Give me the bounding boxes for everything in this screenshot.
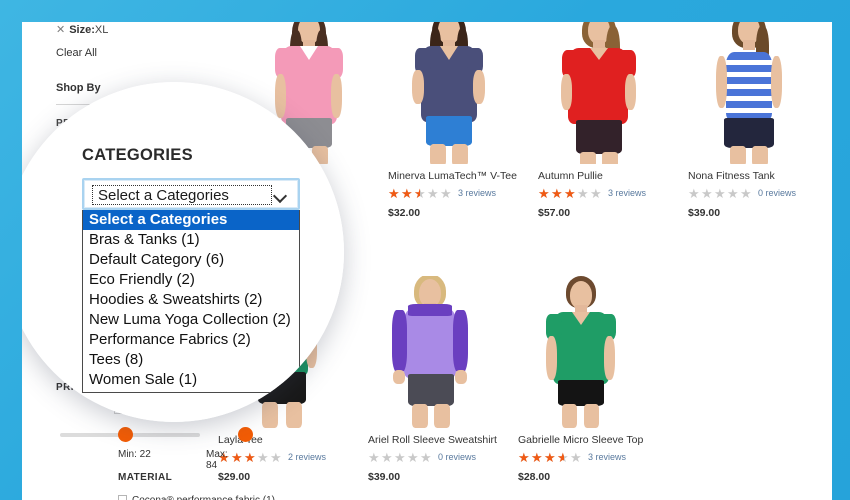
select-box[interactable]: Select a Categories xyxy=(82,178,300,210)
product-card[interactable]: Gabrielle Micro Sleeve Top ★ ★ ★ ★ ★ ★ ★ ★ ★ 3 re… xyxy=(518,276,658,483)
select-value: Select a Categories xyxy=(98,187,229,204)
star-icon: ★ xyxy=(440,186,452,201)
select-option[interactable]: Eco Friendly (2) xyxy=(83,270,299,290)
star-icon: ★ ★ xyxy=(538,186,550,201)
star-icon: ★ xyxy=(270,450,282,465)
categories-select[interactable]: Select a Categories xyxy=(82,178,300,210)
price-slider-max-handle[interactable] xyxy=(238,427,253,442)
rating-stars[interactable]: ★ ★ ★ ★ ★ ★ ★★ 3 reviews xyxy=(388,186,528,201)
star-icon: ★ xyxy=(740,186,752,201)
review-count[interactable]: 3 reviews xyxy=(458,188,496,198)
model-figure xyxy=(518,276,638,428)
page-canvas: $ xyxy=(22,22,832,500)
star-icon: ★ ★ xyxy=(557,450,569,465)
star-icon: ★ ★ xyxy=(531,450,543,465)
star-icon: ★ ★ xyxy=(414,186,426,201)
select-option[interactable]: Bras & Tanks (1) xyxy=(83,230,299,250)
star-icon: ★ xyxy=(368,450,380,465)
product-price: $28.00 xyxy=(518,471,551,483)
model-figure xyxy=(368,276,488,428)
price-min-label: Min: 22 xyxy=(118,449,151,460)
review-count[interactable]: 2 reviews xyxy=(288,452,326,462)
star-icon: ★ xyxy=(420,450,432,465)
star-icon: ★ xyxy=(394,450,406,465)
magnifier-content: CATEGORIES Select a Categories Select a … xyxy=(22,82,344,422)
clear-all-link[interactable]: Clear All xyxy=(56,47,97,59)
star-icon: ★ xyxy=(590,186,602,201)
star-icon: ★ xyxy=(407,450,419,465)
product-image[interactable] xyxy=(388,22,508,164)
product-title[interactable]: Autumn Pullie xyxy=(538,170,678,183)
price-max-label: Max: 84 xyxy=(206,449,228,471)
star-icon: ★ xyxy=(577,186,589,201)
product-image[interactable] xyxy=(368,276,488,428)
filter-label: Size: xyxy=(69,24,95,36)
select-option[interactable]: Hoodies & Sweatshirts (2) xyxy=(83,290,299,310)
select-option[interactable]: Default Category (6) xyxy=(83,250,299,270)
product-image[interactable] xyxy=(688,22,808,164)
product-card[interactable]: Minerva LumaTech™ V-Tee ★ ★ ★ ★ ★ ★ ★★ 3 review… xyxy=(388,22,528,219)
rating-stars[interactable]: ★★★★★ 0 reviews xyxy=(688,186,828,201)
chevron-down-icon[interactable] xyxy=(275,191,286,202)
rating-stars[interactable]: ★ ★ ★ ★ ★ ★ ★★ 2 reviews xyxy=(218,450,358,465)
material-filter-heading: MATERIAL xyxy=(118,472,173,483)
star-icon: ★ ★ xyxy=(244,450,256,465)
model-figure xyxy=(388,22,508,164)
select-option[interactable]: Tees (8) xyxy=(83,350,299,370)
product-image[interactable] xyxy=(538,22,658,164)
product-price: $32.00 xyxy=(388,207,421,219)
price-slider-min-handle[interactable] xyxy=(118,427,133,442)
product-price: $57.00 xyxy=(538,207,571,219)
star-icon: ★ xyxy=(727,186,739,201)
model-figure xyxy=(688,22,808,164)
star-icon: ★ xyxy=(714,186,726,201)
model-figure xyxy=(538,22,658,164)
product-title[interactable]: Nona Fitness Tank xyxy=(688,170,828,183)
product-card[interactable]: Ariel Roll Sleeve Sweatshirt ★★★★★ 0 revi… xyxy=(368,276,508,483)
material-option-label: Cocona® performance fabric (1) xyxy=(132,495,275,500)
star-icon: ★ ★ xyxy=(518,450,530,465)
rating-stars[interactable]: ★ ★ ★ ★ ★ ★ ★★ 3 reviews xyxy=(538,186,678,201)
product-title[interactable]: Ariel Roll Sleeve Sweatshirt xyxy=(368,434,508,447)
filter-value: XL xyxy=(94,24,109,36)
star-icon: ★ xyxy=(427,186,439,201)
select-option[interactable]: Women Sale (1) xyxy=(83,370,299,390)
star-icon: ★ ★ xyxy=(544,450,556,465)
product-price: $29.00 xyxy=(218,471,251,483)
select-options-list[interactable]: Select a Categories Bras & Tanks (1) Def… xyxy=(82,210,300,393)
star-icon: ★ xyxy=(688,186,700,201)
magnified-price-heading: PRICE xyxy=(66,404,99,415)
review-count[interactable]: 3 reviews xyxy=(608,188,646,198)
review-count[interactable]: 0 reviews xyxy=(758,188,796,198)
rating-stars[interactable]: ★ ★ ★ ★ ★ ★ ★ ★ ★ 3 reviews xyxy=(518,450,658,465)
checkbox-icon[interactable] xyxy=(118,495,127,500)
star-icon: ★ ★ xyxy=(401,186,413,201)
star-icon: ★ ★ xyxy=(551,186,563,201)
product-title[interactable]: Minerva LumaTech™ V-Tee xyxy=(388,170,528,183)
select-option[interactable]: Select a Categories xyxy=(83,210,299,230)
star-icon: ★ ★ xyxy=(388,186,400,201)
star-icon: ★ xyxy=(381,450,393,465)
product-card[interactable]: Nona Fitness Tank ★★★★★ 0 reviews $39.00 xyxy=(688,22,828,219)
star-icon: ★ xyxy=(701,186,713,201)
star-icon: ★ ★ xyxy=(564,186,576,201)
select-option[interactable]: Performance Fabrics (2) xyxy=(83,330,299,350)
product-card[interactable]: Autumn Pullie ★ ★ ★ ★ ★ ★ ★★ 3 reviews $57.00 xyxy=(538,22,678,219)
active-filter-chip[interactable]: ✕ Size:XL xyxy=(56,23,108,36)
product-title[interactable]: Gabrielle Micro Sleeve Top xyxy=(518,434,658,447)
rating-stars[interactable]: ★★★★★ 0 reviews xyxy=(368,450,508,465)
select-option[interactable]: New Luma Yoga Collection (2) xyxy=(83,310,299,330)
product-price: $39.00 xyxy=(368,471,401,483)
browser-frame: $ xyxy=(0,0,850,500)
review-count[interactable]: 0 reviews xyxy=(438,452,476,462)
star-icon: ★ xyxy=(570,450,582,465)
product-image[interactable] xyxy=(518,276,638,428)
review-count[interactable]: 3 reviews xyxy=(588,452,626,462)
magnifier-lens: CATEGORIES Select a Categories Select a … xyxy=(22,82,344,422)
close-icon[interactable]: ✕ xyxy=(56,24,65,36)
product-price: $39.00 xyxy=(688,207,721,219)
categories-heading: CATEGORIES xyxy=(82,146,193,164)
star-icon: ★ xyxy=(257,450,269,465)
material-option[interactable]: Cocona® performance fabric (1) xyxy=(118,494,278,500)
